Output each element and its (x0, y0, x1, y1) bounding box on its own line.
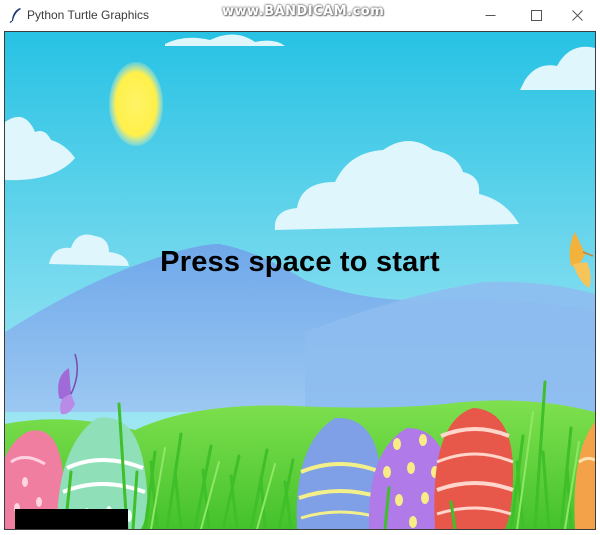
minimize-icon (485, 14, 495, 16)
close-button[interactable] (554, 0, 600, 30)
maximize-icon (530, 9, 542, 21)
turtle-canvas[interactable]: Press space to start (4, 31, 596, 530)
easter-background (5, 32, 595, 529)
minimize-button[interactable] (467, 0, 513, 30)
score-display (15, 509, 128, 529)
title-bar[interactable]: Python Turtle Graphics www.BANDICAM.com (0, 0, 600, 30)
turtle-window: Python Turtle Graphics www.BANDICAM.com (0, 0, 600, 535)
window-title: Python Turtle Graphics (27, 8, 150, 22)
sun (109, 62, 163, 146)
start-prompt: Press space to start (160, 246, 440, 278)
close-icon (571, 9, 583, 21)
feather-icon (9, 8, 21, 23)
recorder-watermark: www.BANDICAM.com (222, 4, 385, 19)
maximize-button[interactable] (513, 0, 559, 30)
